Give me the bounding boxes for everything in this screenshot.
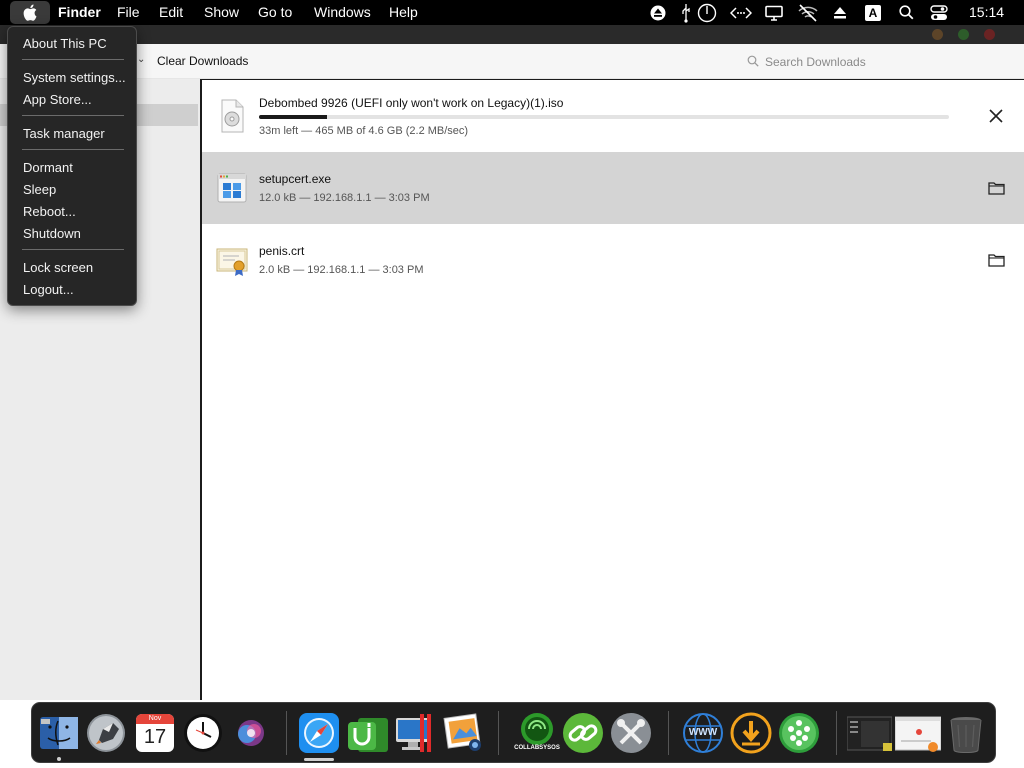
finder-icon[interactable] [38,712,80,754]
apple-menu: About This PC System settings... App Sto… [7,26,137,306]
menu-item-lock-screen[interactable]: Lock screen [23,260,93,276]
dock-separator [668,711,669,755]
network-code-icon[interactable] [729,0,753,25]
running-indicator [57,757,61,761]
control-center-icon[interactable] [928,0,950,25]
calendar-month: Nov [136,714,174,724]
calendar-icon[interactable]: Nov 17 [134,712,176,754]
browser-thumbnail-icon[interactable] [894,712,942,754]
usb-icon[interactable] [680,0,692,25]
menu-bar: Finder File Edit Show Go to Windows Help… [0,0,1024,25]
download-meta: 33m left — 465 MB of 4.6 GB (2.2 MB/sec) [259,125,469,137]
www-icon[interactable]: WWW [682,712,724,754]
preview-icon[interactable] [442,712,484,754]
eject-icon[interactable] [648,0,668,25]
folder-icon[interactable] [986,178,1006,198]
download-name: penis.crt [259,244,305,258]
download-meta: 2.0 kB — 192.168.1.1 — 3:03 PM [259,264,424,276]
menu-item-system-settings[interactable]: System settings... [23,70,126,86]
downloader-icon[interactable] [730,712,772,754]
menu-windows[interactable]: Windows [314,0,371,25]
window-minimize-icon[interactable] [932,29,943,40]
download-row[interactable]: Debombed 9926 (UEFI only won't work on L… [202,80,1024,152]
search-icon[interactable] [896,0,916,25]
menu-item-logout[interactable]: Logout... [23,282,74,298]
link-icon[interactable] [562,712,604,754]
menu-item-about-this-pc[interactable]: About This PC [23,36,107,52]
menu-separator [22,115,124,116]
www-label: WWW [688,727,718,738]
clear-downloads-button[interactable]: Clear Downloads [157,54,248,68]
launchpad-icon[interactable] [85,712,127,754]
dock-separator [498,711,499,755]
display-icon[interactable] [763,0,785,25]
clock[interactable]: 15:14 [969,0,1004,25]
download-row[interactable]: setupcert.exe 12.0 kB — 192.168.1.1 — 3:… [202,152,1024,224]
download-name: Debombed 9926 (UEFI only won't work on L… [259,96,564,110]
downloads-list: Debombed 9926 (UEFI only won't work on L… [200,79,1024,700]
apple-logo-icon [23,4,37,21]
dock: Nov 17 COLLABSYSOS WWW [31,702,996,763]
menu-separator [22,249,124,250]
calendar-tile: Nov 17 [136,714,174,752]
siri-icon[interactable] [230,712,272,754]
menu-item-reboot[interactable]: Reboot... [23,204,76,220]
window-titlebar [0,25,1024,44]
download-meta: 12.0 kB — 192.168.1.1 — 3:03 PM [259,192,430,204]
menu-separator [22,59,124,60]
system-tools-icon[interactable] [610,712,652,754]
safari-icon[interactable] [298,712,340,754]
download-row[interactable]: penis.crt 2.0 kB — 192.168.1.1 — 3:03 PM [202,224,1024,296]
menu-item-shutdown[interactable]: Shutdown [23,226,81,242]
dock-separator [286,711,287,755]
menu-app-name[interactable]: Finder [58,0,101,25]
folder-icon[interactable] [986,250,1006,270]
download-name: setupcert.exe [259,172,332,186]
collabsysos-icon[interactable]: COLLABSYSOS [514,712,560,754]
window-close-icon[interactable] [984,29,995,40]
disk-image-icon [216,98,248,134]
search-input[interactable] [765,52,1005,72]
menu-separator [22,149,124,150]
apple-menu-button[interactable] [10,1,50,24]
search-icon [747,55,759,67]
menu-edit[interactable]: Edit [159,0,183,25]
close-icon[interactable] [986,106,1006,126]
collab-label: COLLABSYSOS [514,745,560,751]
download-progress-fill [259,115,327,119]
wifi-off-icon[interactable] [796,0,820,25]
window-zoom-icon[interactable] [958,29,969,40]
menu-file[interactable]: File [117,0,140,25]
menu-item-dormant[interactable]: Dormant [23,160,73,176]
remote-desktop-icon[interactable] [394,712,436,754]
input-source-label: A [865,4,881,21]
certificate-icon [216,242,248,278]
menu-show[interactable]: Show [204,0,239,25]
clock-icon[interactable] [182,712,224,754]
menu-item-sleep[interactable]: Sleep [23,182,56,198]
window-thumbnail-icon[interactable] [846,712,893,754]
chevron-down-icon[interactable]: ⌄ [137,54,145,65]
running-indicator [304,758,334,761]
calendar-day: 17 [143,726,167,748]
menu-go-to[interactable]: Go to [258,0,292,25]
menu-help[interactable]: Help [389,0,418,25]
keyboard-input-icon[interactable]: A [864,0,882,25]
eject-triangle-icon[interactable] [831,0,849,25]
menu-item-task-manager[interactable]: Task manager [23,126,105,142]
search-field[interactable] [741,52,1011,72]
downloads-toolbar: ⌄ Clear Downloads [0,44,1024,79]
power-icon[interactable] [696,0,718,25]
dock-separator [836,711,837,755]
trash-icon[interactable] [945,712,987,754]
exe-file-icon [216,170,248,206]
network-people-icon[interactable] [778,712,820,754]
utorrent-icon[interactable] [346,712,388,754]
download-progress-bar [259,115,949,119]
menu-item-app-store[interactable]: App Store... [23,92,92,108]
